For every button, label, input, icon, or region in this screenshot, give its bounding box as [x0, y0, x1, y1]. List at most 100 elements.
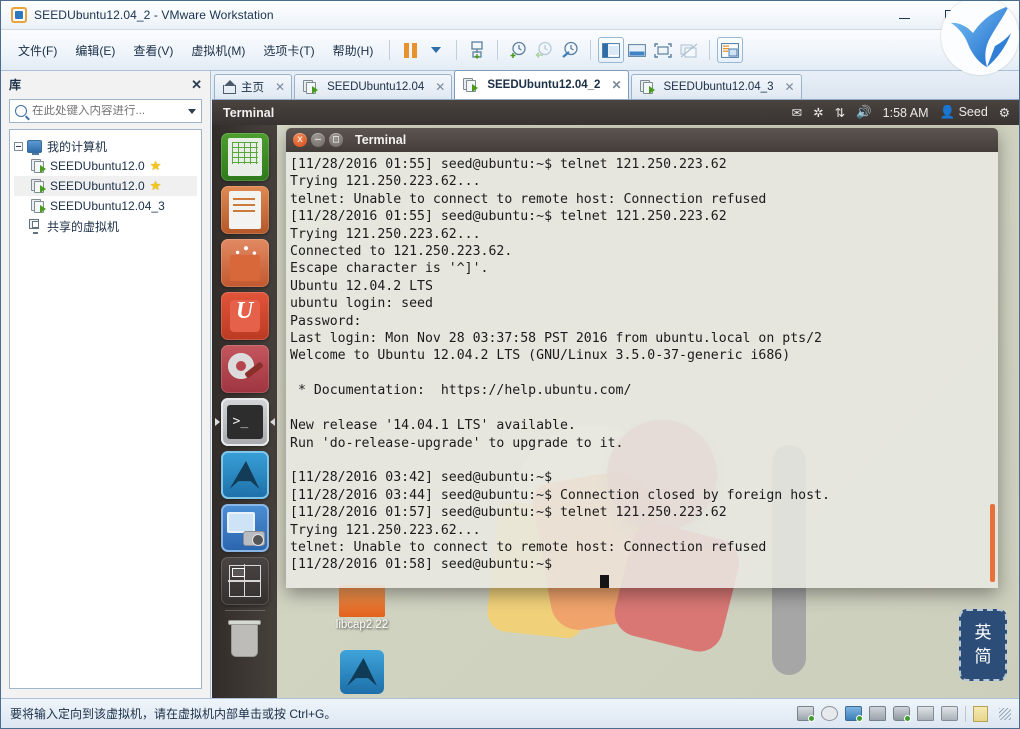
- status-icon-usb[interactable]: [917, 706, 934, 721]
- snapshot-manager-button[interactable]: [557, 37, 583, 63]
- launcher-item-screenshot[interactable]: [220, 504, 269, 552]
- tab-seedubuntu12-04[interactable]: SEEDUbuntu12.04 ✕: [294, 74, 453, 99]
- pause-button[interactable]: [397, 37, 423, 63]
- tab-close-icon[interactable]: ✕: [275, 80, 285, 94]
- menu-help[interactable]: 帮助(H): [324, 38, 383, 63]
- status-icon-camera[interactable]: [941, 706, 958, 721]
- menu-edit[interactable]: 编辑(E): [66, 38, 124, 63]
- tab-home[interactable]: 主页 ✕: [214, 74, 293, 99]
- library-tree: 我的计算机 SEEDUbuntu12.0 ★ SEEDUbuntu12.0 ★: [9, 129, 202, 689]
- tree-item-label: 共享的虚拟机: [47, 219, 120, 234]
- fullscreen-button[interactable]: [650, 37, 676, 63]
- library-search-box[interactable]: [9, 99, 202, 123]
- launcher-item-terminal[interactable]: >_: [214, 398, 275, 446]
- launcher-item-ubuntu-one[interactable]: U: [220, 292, 269, 340]
- show-library-button[interactable]: [598, 37, 625, 63]
- tree-item-vm-1[interactable]: SEEDUbuntu12.0 ★: [14, 156, 197, 176]
- tree-item-my-computer[interactable]: 我的计算机: [14, 136, 197, 156]
- wireshark-file-icon: [340, 650, 384, 694]
- launcher-item-software-center[interactable]: [220, 239, 269, 287]
- favorite-star-icon[interactable]: ★: [150, 158, 162, 174]
- chevron-down-icon[interactable]: [188, 108, 196, 114]
- terminal-minimize-button[interactable]: –: [311, 133, 325, 147]
- bluetooth-icon[interactable]: ✲: [813, 105, 823, 120]
- launcher-item-trash[interactable]: [221, 616, 269, 664]
- tab-label: SEEDUbuntu12.04_2: [487, 79, 601, 91]
- menu-file[interactable]: 文件(F): [9, 38, 66, 63]
- mail-icon[interactable]: ✉: [792, 105, 802, 120]
- user-menu[interactable]: 👤 Seed: [940, 105, 988, 120]
- status-icon-message[interactable]: [973, 705, 988, 722]
- pause-dropdown[interactable]: [423, 37, 449, 63]
- launcher-item-workspace-switcher[interactable]: [220, 557, 269, 605]
- avatar: 👤: [939, 105, 956, 119]
- tree-item-shared-vms[interactable]: 共享的虚拟机: [14, 216, 197, 236]
- bird-logo-icon: [941, 1, 1019, 75]
- network-icon[interactable]: ⇅: [835, 105, 845, 120]
- terminal-window-title: Terminal: [355, 133, 407, 147]
- launcher-item-libreoffice-impress[interactable]: [220, 186, 269, 234]
- tree-item-vm-2[interactable]: SEEDUbuntu12.0 ★: [14, 176, 197, 196]
- tab-label: SEEDUbuntu12.04: [327, 81, 425, 93]
- tree-item-label: SEEDUbuntu12.04_3: [50, 199, 165, 213]
- status-icon-printer[interactable]: [869, 706, 886, 721]
- snapshot-new-button[interactable]: [505, 37, 531, 63]
- menu-view[interactable]: 查看(V): [124, 38, 182, 63]
- minimize-button[interactable]: [881, 1, 927, 30]
- unity-mode-button[interactable]: [676, 37, 702, 63]
- resize-grip[interactable]: [999, 707, 1011, 720]
- snapshot-take-button[interactable]: [464, 37, 490, 63]
- terminal-body[interactable]: [11/28/2016 01:55] seed@ubuntu:~$ telnet…: [286, 152, 998, 588]
- ime-indicator[interactable]: 英 简: [959, 609, 1007, 681]
- tree-item-vm-3[interactable]: SEEDUbuntu12.04_3: [14, 196, 197, 216]
- guest-screen: Terminal ✉ ✲ ⇅ 🔊 1:58 AM 👤 Seed ⚙ libcap…: [212, 100, 1019, 699]
- terminal-maximize-button[interactable]: □: [329, 133, 343, 147]
- show-thumbnail-bar-button[interactable]: [624, 37, 650, 63]
- toolbar-divider-3: [497, 40, 499, 60]
- unity-launcher: U >_: [212, 125, 277, 699]
- expand-collapse-icon[interactable]: [14, 141, 23, 151]
- vmware-workstation-window: SEEDUbuntu12.04_2 - VMware Workstation 文…: [0, 0, 1020, 729]
- terminal-title-bar[interactable]: x – □ Terminal: [286, 128, 998, 152]
- launcher-item-libreoffice-calc[interactable]: [220, 133, 269, 181]
- status-icon-network[interactable]: [845, 706, 863, 722]
- tab-close-icon[interactable]: ✕: [435, 80, 445, 94]
- menu-bar: 文件(F) 编辑(E) 查看(V) 虚拟机(M) 选项卡(T) 帮助(H): [1, 30, 1019, 71]
- desktop-icon-wireshark-file[interactable]: [317, 650, 407, 694]
- console-view-button[interactable]: [717, 37, 744, 63]
- menu-vm[interactable]: 虚拟机(M): [182, 38, 254, 63]
- tab-seedubuntu12-04-3[interactable]: SEEDUbuntu12.04_3 ✕: [630, 74, 802, 99]
- unity-panel-app-title: Terminal: [223, 105, 275, 120]
- desktop-icon-libcap[interactable]: libcap2.22: [317, 585, 407, 631]
- clock-label[interactable]: 1:58 AM: [883, 106, 929, 120]
- chevron-down-icon: [431, 47, 442, 53]
- clock-plus-icon: [510, 41, 526, 58]
- gear-icon[interactable]: ⚙: [999, 105, 1010, 120]
- launcher-item-system-settings[interactable]: [220, 345, 269, 393]
- snapshot-revert-button[interactable]: [531, 37, 557, 63]
- home-icon: [223, 80, 236, 94]
- volume-icon[interactable]: 🔊: [856, 105, 872, 120]
- unity-icon: [680, 43, 698, 57]
- terminal-scrollbar[interactable]: [990, 504, 995, 582]
- library-close-icon[interactable]: ✕: [191, 78, 202, 91]
- thumbnail-bar-icon: [628, 43, 647, 57]
- sidebar-panel-icon: [602, 42, 621, 58]
- tab-close-icon[interactable]: ✕: [784, 80, 794, 94]
- menu-tabs[interactable]: 选项卡(T): [254, 38, 323, 63]
- clock-wrench-icon: [562, 41, 578, 58]
- clock-back-icon: [535, 41, 552, 59]
- my-computer-icon: [27, 139, 42, 155]
- tab-seedubuntu12-04-2[interactable]: SEEDUbuntu12.04_2 ✕: [454, 70, 629, 99]
- status-icon-cdrom[interactable]: [821, 706, 838, 721]
- status-icon-harddisk[interactable]: [797, 706, 815, 722]
- search-input[interactable]: [32, 105, 188, 117]
- status-icon-sound[interactable]: [893, 706, 911, 722]
- vm-icon: [463, 78, 479, 92]
- launcher-item-wireshark[interactable]: [220, 451, 269, 499]
- terminal-cursor: [600, 575, 609, 588]
- terminal-close-button[interactable]: x: [293, 133, 307, 147]
- tab-close-icon[interactable]: ✕: [611, 78, 621, 92]
- favorite-star-icon[interactable]: ★: [150, 178, 162, 194]
- launcher-divider: [224, 610, 265, 611]
